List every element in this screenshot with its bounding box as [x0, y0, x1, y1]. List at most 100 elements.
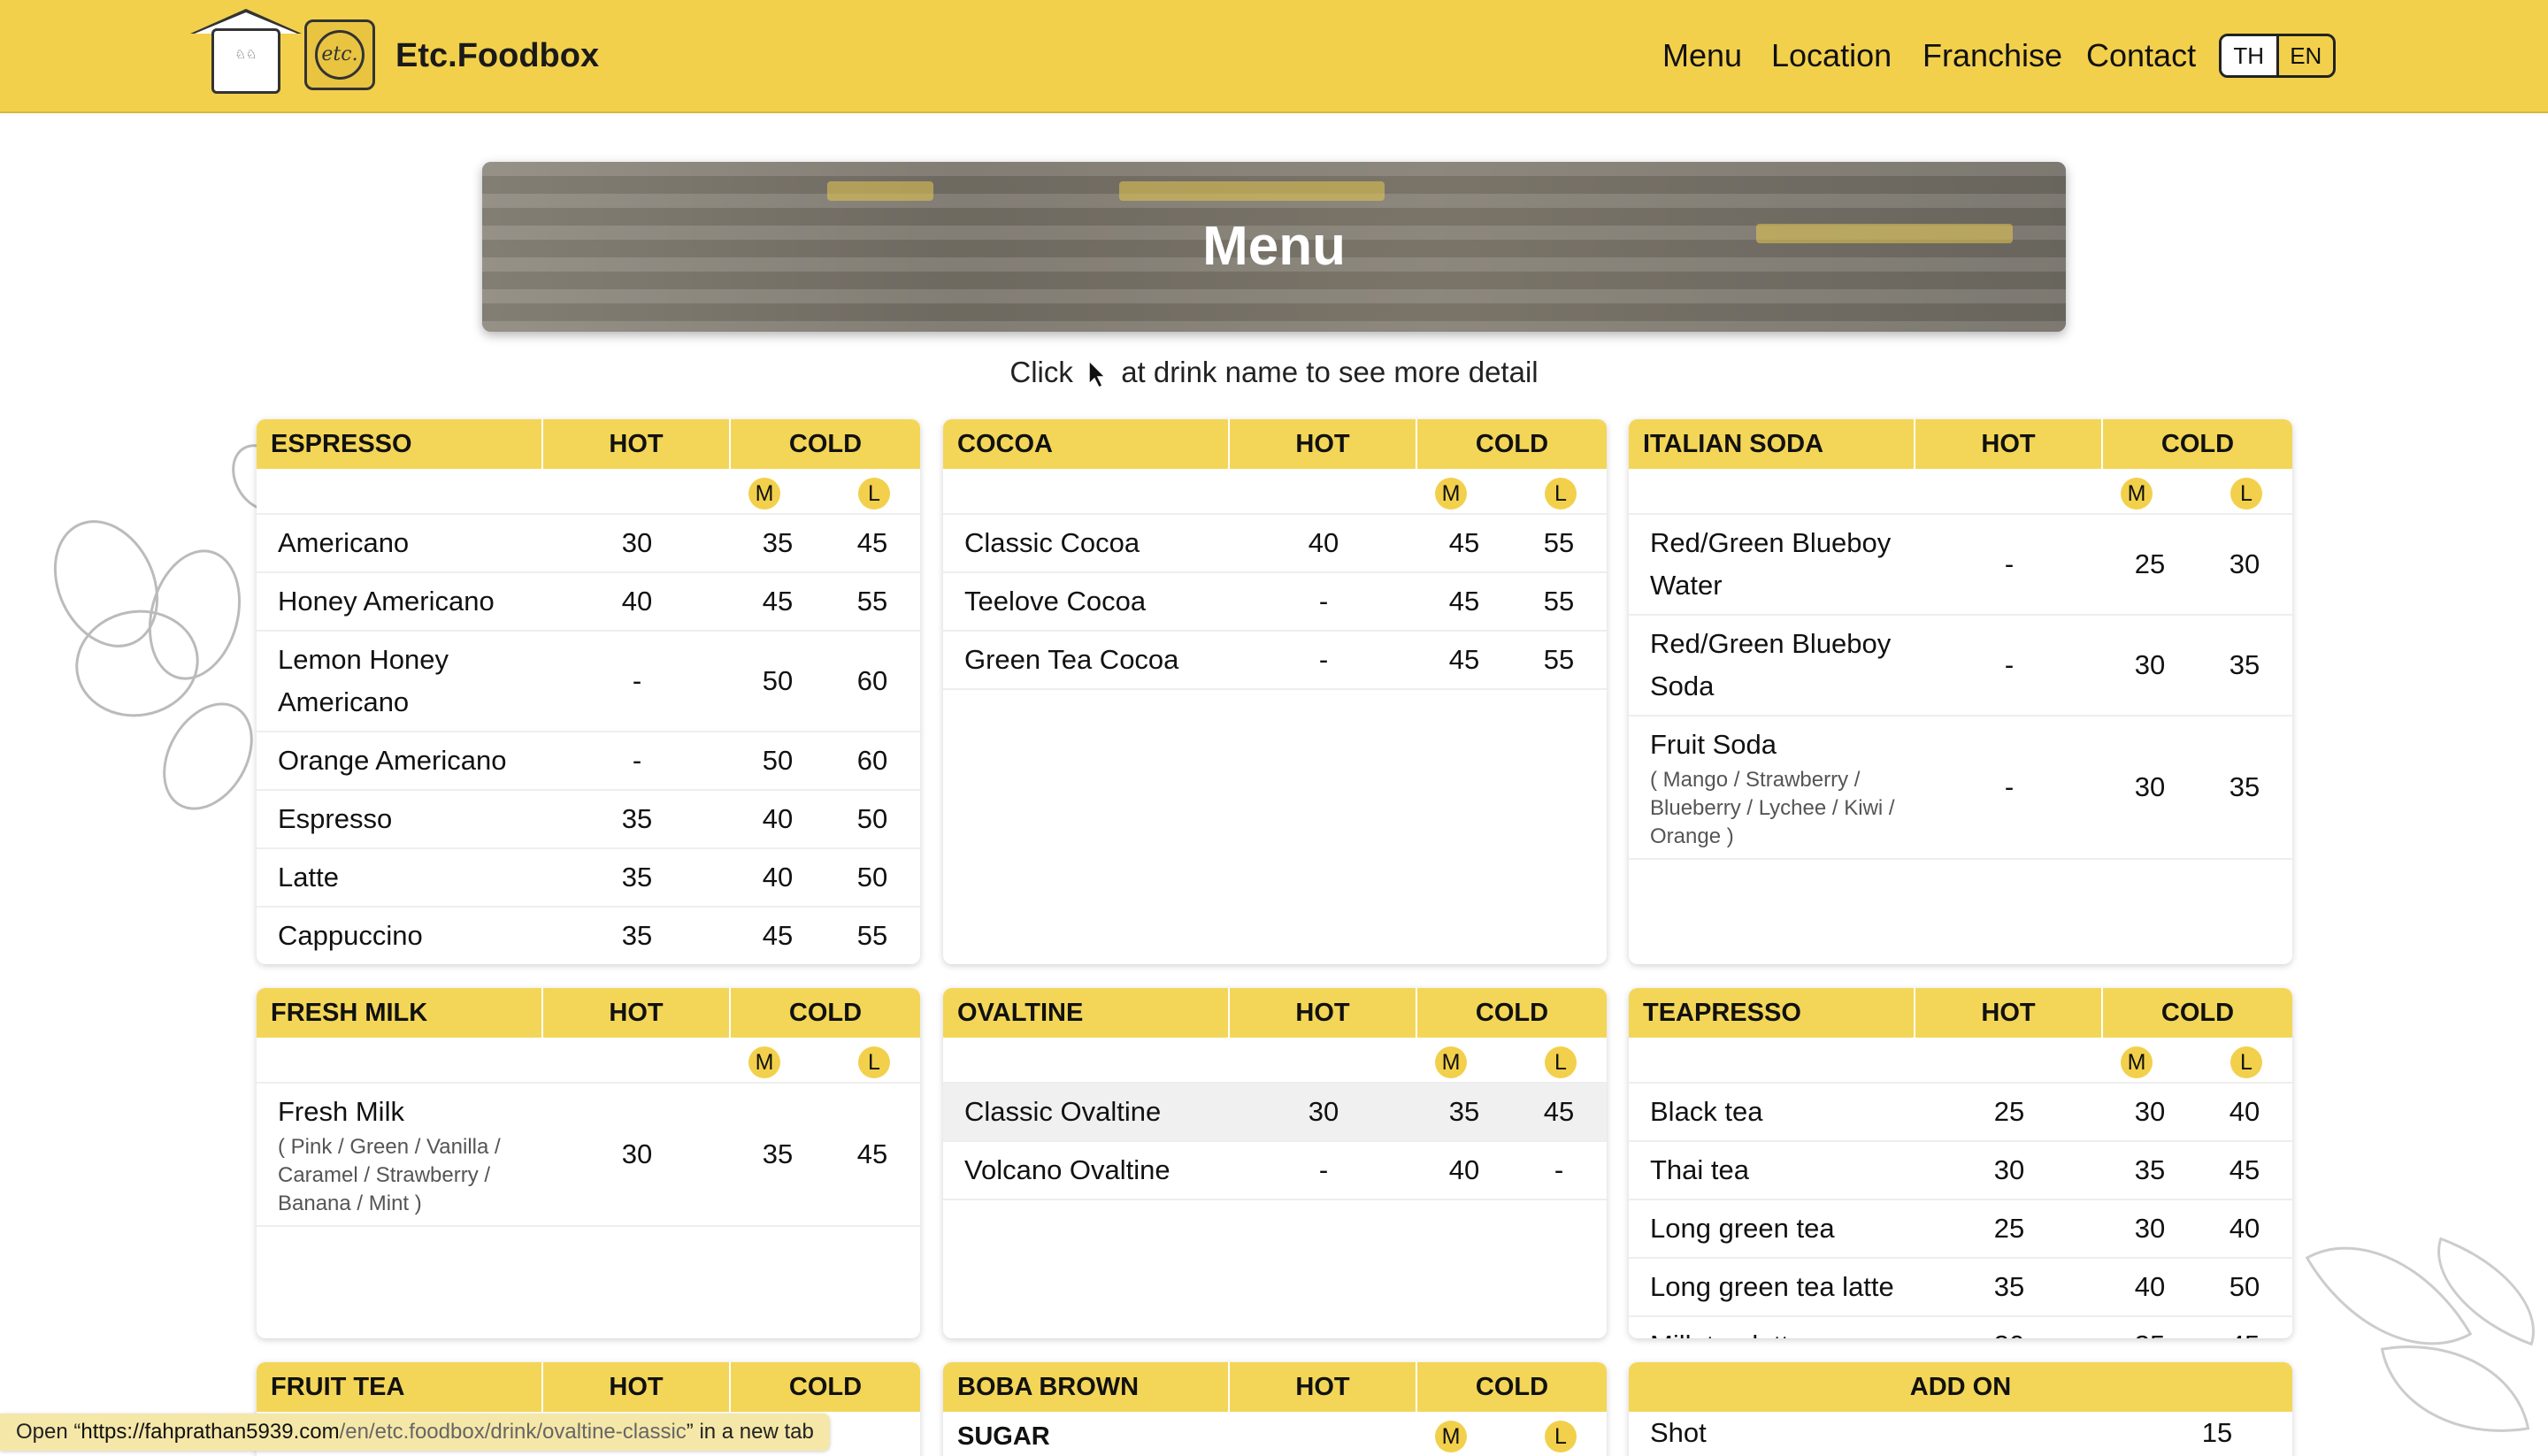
menu-card-fresh-milk: FRESH MILK HOT COLD M L Fresh Milk( Pink / Gr… — [257, 988, 920, 1338]
cold-m-price: 45 — [762, 586, 794, 617]
drink-name-link[interactable]: Green Tea Cocoa — [964, 644, 1178, 675]
drink-name-link[interactable]: Fresh Milk — [278, 1096, 404, 1127]
menu-card-espresso: ESPRESSO HOT COLD M L Americano 30 35 45 Honey Am… — [257, 419, 920, 964]
cold-column-header: COLD — [788, 1373, 863, 1401]
drink-name-link[interactable]: Milk tea latte — [1650, 1330, 1804, 1338]
nav-location[interactable]: Location — [1771, 37, 1892, 74]
category-title: COCOA — [943, 419, 1230, 469]
drink-name-link[interactable]: Thai tea — [1650, 1154, 1749, 1185]
drink-name-link[interactable]: Classic Cocoa — [964, 527, 1140, 558]
lang-th-button[interactable]: TH — [2222, 36, 2279, 75]
size-l-badge: L — [2230, 1046, 2262, 1078]
hot-price: 40 — [1308, 527, 1339, 558]
language-switcher: TH EN — [2219, 34, 2336, 78]
hot-price: 30 — [1308, 1096, 1339, 1127]
drink-name-link[interactable]: Cappuccino — [278, 920, 423, 951]
cold-column-header: COLD — [788, 999, 863, 1027]
cold-l-price: 45 — [2197, 1317, 2292, 1338]
drink-name-link[interactable]: Honey Americano — [278, 586, 495, 617]
hot-price: - — [1318, 586, 1329, 617]
etc-logo[interactable]: etc. — [304, 19, 375, 90]
cold-l-price: 55 — [856, 920, 888, 951]
menu-row: Long green tea 25 30 40 — [1629, 1200, 2292, 1259]
drink-name-link[interactable]: Black tea — [1650, 1096, 1763, 1127]
hot-price: - — [2004, 771, 2015, 802]
drink-name-link[interactable]: Americano — [278, 527, 409, 558]
drink-name-cell: Espresso — [257, 791, 543, 847]
menu-banner: Menu — [482, 162, 2066, 332]
menu-row: Long green tea latte 35 40 50 — [1629, 1259, 2292, 1317]
cold-m-price: 50 — [762, 745, 794, 776]
drink-name-cell: Red/Green Blueboy Soda — [1629, 616, 1915, 715]
drink-options: ( Pink / Green / Vanilla / Caramel / Str… — [278, 1135, 501, 1215]
menu-row: Green Tea Cocoa - 45 55 — [943, 632, 1607, 690]
size-m-badge: M — [1435, 1046, 1467, 1078]
menu-row: Classic Ovaltine 30 35 45 — [943, 1084, 1607, 1142]
cold-l-price: 45 — [1543, 1096, 1575, 1127]
hot-price: 40 — [621, 586, 653, 617]
drink-name-link[interactable]: Volcano Ovaltine — [964, 1154, 1170, 1185]
size-m-badge: M — [1435, 478, 1467, 510]
cold-m-price: 30 — [2134, 1096, 2166, 1127]
menu-row: Black tea 25 30 40 — [1629, 1084, 2292, 1142]
menu-card-add-on: ADD ON Shot 15 — [1629, 1362, 2292, 1456]
drink-name-link[interactable]: Teelove Cocoa — [964, 586, 1146, 617]
size-row: ML — [1629, 1038, 2292, 1084]
card-header: FRUIT TEA HOT COLD — [257, 1362, 920, 1412]
menu-row: Milk tea latte 303545 — [1629, 1317, 2292, 1338]
drink-name-link[interactable]: Long green tea — [1650, 1213, 1835, 1244]
size-m-badge: M — [1435, 1421, 1467, 1452]
menu-row: Cappuccino 35 45 55 — [257, 908, 920, 964]
cold-l-price: 55 — [1543, 644, 1575, 675]
drink-name-link[interactable]: Lemon Honey Americano — [278, 644, 449, 717]
menu-card-italian-soda: ITALIAN SODA HOT COLD M L Red/Green Blueboy W… — [1629, 419, 2292, 964]
cold-column-header: COLD — [1475, 1373, 1549, 1401]
hot-price: - — [632, 665, 642, 696]
hot-column-header: HOT — [1230, 988, 1417, 1038]
cold-l-price: 30 — [2229, 548, 2260, 579]
crest-icon: ♘♘ — [211, 28, 280, 94]
cold-column-header: COLD — [2160, 999, 2235, 1027]
cold-m-price: 30 — [2134, 1213, 2166, 1244]
cold-l-price: 45 — [856, 1138, 888, 1169]
addon-title: ADD ON — [1629, 1362, 2292, 1412]
drink-name-cell: Classic Ovaltine — [943, 1084, 1230, 1140]
drink-name-link[interactable]: Red/Green Blueboy Water — [1650, 527, 1891, 601]
cold-m-price: 40 — [2134, 1271, 2166, 1302]
drink-name-link[interactable]: Red/Green Blueboy Soda — [1650, 628, 1891, 701]
nav-franchise[interactable]: Franchise — [1923, 37, 2062, 74]
drink-name-link[interactable]: Classic Ovaltine — [964, 1096, 1161, 1127]
cold-column-header: COLD — [788, 430, 863, 458]
cold-l-price: 40 — [2229, 1096, 2260, 1127]
nav-contact[interactable]: Contact — [2086, 37, 2196, 74]
hot-column-header: HOT — [1230, 1362, 1417, 1412]
drink-name-cell: Orange Americano — [257, 732, 543, 789]
size-l-badge: L — [858, 1046, 890, 1078]
addon-name[interactable]: Shot — [1650, 1417, 1707, 1449]
menu-row: Orange Americano - 50 60 — [257, 732, 920, 791]
nav-menu[interactable]: Menu — [1662, 37, 1742, 74]
drink-name-link[interactable]: Orange Americano — [278, 745, 506, 776]
drink-name-link[interactable]: Latte — [278, 862, 339, 893]
brand-name[interactable]: Etc.Foodbox — [395, 37, 599, 75]
house-logo[interactable]: ♘♘ — [190, 9, 302, 94]
status-url-host: https://fahprathan5939.com — [81, 1420, 340, 1444]
card-header: FRESH MILK HOT COLD — [257, 988, 920, 1038]
drink-name-link[interactable]: Long green tea latte — [1650, 1271, 1894, 1302]
drink-name-cell: Fresh Milk ( Pink / Green / Vanilla / Car… — [257, 1084, 543, 1225]
drink-name-cell: Americano — [257, 515, 543, 571]
cold-m-price: 40 — [1448, 1154, 1480, 1185]
cold-m-price: 40 — [762, 803, 794, 834]
drink-name-cell: Thai tea — [1629, 1142, 1915, 1199]
menu-row: Volcano Ovaltine - 40 - — [943, 1142, 1607, 1200]
cold-m-price: 30 — [2134, 771, 2166, 802]
status-url-path: /en/etc.foodbox/drink/ovaltine-classic — [339, 1420, 687, 1444]
lang-en-button[interactable]: EN — [2279, 36, 2334, 75]
cold-m-price: 35 — [1448, 1096, 1480, 1127]
drink-name-cell: Cappuccino — [257, 908, 543, 964]
drink-name-cell: Milk tea latte — [1629, 1317, 1915, 1338]
hot-price: - — [1318, 644, 1329, 675]
drink-name-link[interactable]: Fruit Soda — [1650, 729, 1777, 760]
drink-name-link[interactable]: Espresso — [278, 803, 392, 834]
menu-row: Lemon Honey Americano - 50 60 — [257, 632, 920, 732]
